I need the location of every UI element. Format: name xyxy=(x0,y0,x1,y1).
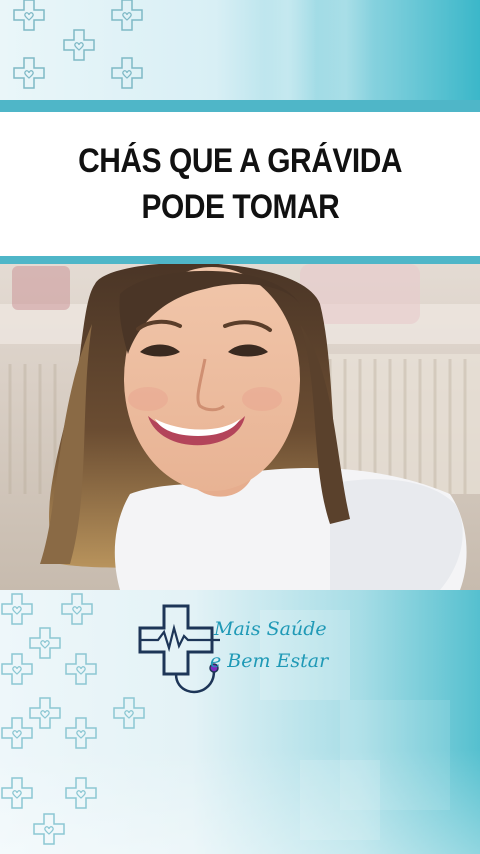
medical-cross-icon xyxy=(111,0,143,31)
medical-cross-icon xyxy=(1,593,33,625)
presenter-video-frame xyxy=(0,264,480,590)
top-banner-background xyxy=(0,0,480,100)
medical-cross-icon xyxy=(65,653,97,685)
medical-cross-icon xyxy=(13,57,45,89)
medical-cross-icon xyxy=(65,777,97,809)
presenter-illustration xyxy=(0,264,480,590)
medical-cross-icon xyxy=(111,57,143,89)
title-line-1: CHÁS QUE A GRÁVIDA xyxy=(77,142,402,180)
medical-cross-icon xyxy=(63,29,95,61)
logo-text-line-1: Mais Saúde xyxy=(214,618,327,640)
accent-stripe-top xyxy=(0,100,480,112)
title-line-2: PODE TOMAR xyxy=(141,188,339,226)
medical-cross-icon xyxy=(1,653,33,685)
accent-stripe-bottom xyxy=(0,256,480,264)
medical-cross-icon xyxy=(1,777,33,809)
medical-cross-icon xyxy=(13,0,45,31)
brand-logo: Mais Saúde e Bem Estar xyxy=(136,604,356,704)
medical-cross-icon xyxy=(33,813,65,845)
medical-cross-icon xyxy=(65,717,97,749)
medical-cross-icon xyxy=(1,717,33,749)
title-panel: CHÁS QUE A GRÁVIDA PODE TOMAR xyxy=(0,112,480,256)
medical-cross-icon xyxy=(61,593,93,625)
decorative-square xyxy=(300,760,380,840)
logo-text-line-2: e Bem Estar xyxy=(210,650,329,672)
